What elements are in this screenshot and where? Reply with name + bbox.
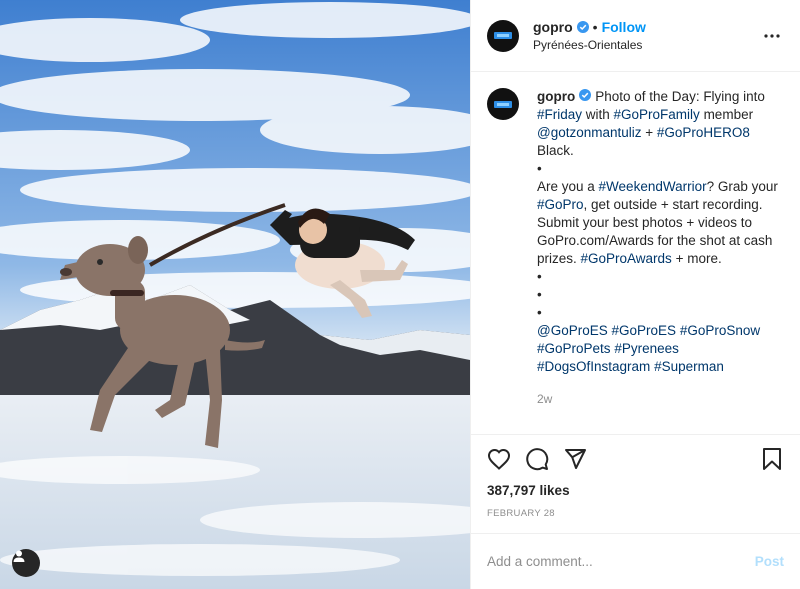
caption-segment: ? Grab your [706, 179, 778, 194]
post-photo[interactable] [0, 0, 470, 589]
caption-link[interactable]: #Pyrenees [614, 341, 679, 356]
post-container: gopro • Follow Pyrénées-Orientales gopro… [0, 0, 800, 589]
post-header: gopro • Follow Pyrénées-Orientales [471, 0, 800, 72]
user-tags-button[interactable] [12, 549, 40, 577]
caption: gopro Photo of the Day: Flying into #Frid… [487, 88, 784, 376]
caption-segment: • [537, 161, 542, 176]
bookmark-icon [763, 448, 781, 470]
actions-section: 387,797 likes FEBRUARY 28 [471, 434, 800, 533]
gopro-logo [494, 32, 512, 39]
caption-text: gopro Photo of the Day: Flying into #Frid… [537, 88, 784, 376]
caption-segment: + [641, 125, 657, 140]
caption-segment: member [699, 107, 754, 122]
caption-link[interactable]: #GoProPets [537, 341, 611, 356]
comments-area: gopro Photo of the Day: Flying into #Frid… [471, 72, 800, 434]
separator-dot: • [592, 19, 598, 35]
caption-line: • [537, 268, 784, 286]
header-line: gopro • Follow [533, 19, 646, 35]
caption-segment: Black. [537, 143, 574, 158]
caption-segment: with [582, 107, 614, 122]
caption-link[interactable]: @gotzonmantuliz [537, 125, 642, 140]
caption-line: @GoProES #GoProES #GoProSnow #GoProPets … [537, 322, 784, 376]
caption-segment: + more. [671, 251, 722, 266]
caption-line: Are you a #WeekendWarrior? Grab your #Go… [537, 178, 784, 268]
caption-segment: • [537, 269, 542, 284]
location-link[interactable]: Pyrénées-Orientales [533, 38, 646, 52]
caption-segment: • [537, 305, 542, 320]
caption-segment: Are you a [537, 179, 599, 194]
post-side-panel: gopro • Follow Pyrénées-Orientales gopro… [470, 0, 800, 589]
caption-segment: Photo of the Day: Flying into [595, 89, 765, 104]
caption-line: • [537, 304, 784, 322]
follow-button[interactable]: Follow [602, 19, 646, 35]
caption-link[interactable]: #GoProAwards [581, 251, 672, 266]
comment-input[interactable] [487, 554, 755, 569]
caption-segment: • [537, 287, 542, 302]
save-button[interactable] [756, 443, 788, 475]
header-text: gopro • Follow Pyrénées-Orientales [533, 19, 646, 52]
action-bar [483, 435, 784, 483]
comment-button[interactable] [521, 443, 553, 475]
caption-line: • [537, 286, 784, 304]
caption-line: • [537, 160, 784, 178]
caption-line: gopro Photo of the Day: Flying into #Frid… [537, 88, 784, 160]
paper-plane-icon [565, 449, 586, 469]
caption-avatar[interactable] [487, 88, 519, 120]
more-options-button[interactable] [760, 24, 784, 48]
post-date[interactable]: FEBRUARY 28 [487, 508, 784, 519]
caption-link[interactable]: #GoProSnow [680, 323, 760, 338]
avatar[interactable] [487, 19, 519, 52]
post-comment-button[interactable]: Post [755, 554, 784, 569]
user-icon [13, 550, 25, 562]
more-options-icon [764, 33, 780, 38]
gopro-logo [494, 100, 512, 108]
caption-time-ago[interactable]: 2w [537, 392, 784, 406]
verified-badge-icon [579, 89, 592, 104]
comment-bubble-icon [526, 448, 549, 471]
caption-link[interactable]: #Friday [537, 107, 582, 122]
caption-link[interactable]: #GoProHERO8 [657, 125, 750, 140]
like-button[interactable] [483, 443, 515, 475]
username-link[interactable]: gopro [533, 19, 573, 35]
caption-link[interactable]: #WeekendWarrior [599, 179, 707, 194]
verified-badge-icon [576, 21, 589, 33]
caption-link[interactable]: #GoProES [612, 323, 677, 338]
heart-icon [487, 448, 511, 470]
caption-link[interactable]: #DogsOfInstagram [537, 359, 650, 374]
likes-count[interactable]: 387,797 likes [487, 483, 784, 498]
caption-link[interactable]: #GoProFamily [614, 107, 700, 122]
caption-link[interactable]: #Superman [654, 359, 724, 374]
share-button[interactable] [559, 443, 591, 475]
photo-scene [0, 0, 470, 589]
caption-link[interactable]: @GoProES [537, 323, 608, 338]
caption-username[interactable]: gopro [537, 89, 575, 104]
caption-link[interactable]: #GoPro [537, 197, 584, 212]
add-comment-form: Post [471, 533, 800, 589]
